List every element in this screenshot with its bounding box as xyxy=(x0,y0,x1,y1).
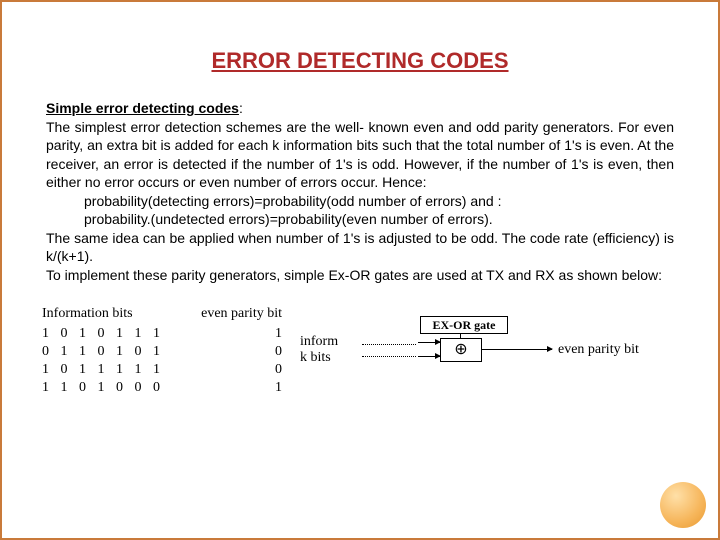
parity-bit: 1 xyxy=(275,380,282,396)
decorative-circle-icon xyxy=(660,482,706,528)
arrow-icon xyxy=(418,356,440,357)
xor-circuit: inform k bits EX-OR gate ⊕ even parity b… xyxy=(300,306,678,416)
table-row: 0 1 1 0 1 0 1 0 xyxy=(42,344,282,360)
arrow-icon xyxy=(482,349,552,350)
input-label: inform k bits xyxy=(300,334,338,366)
table-row: 1 0 1 0 1 1 1 1 xyxy=(42,326,282,342)
paragraph-2: The same idea can be applied when number… xyxy=(46,229,674,266)
content-block: Simple error detecting codes: The simple… xyxy=(46,100,674,284)
info-bits: 1 0 1 1 1 1 1 xyxy=(42,362,164,378)
subhead-colon: : xyxy=(239,100,243,116)
table-row: 1 0 1 1 1 1 1 0 xyxy=(42,362,282,378)
paragraph-3: To implement these parity generators, si… xyxy=(46,266,674,284)
parity-bit: 0 xyxy=(275,362,282,378)
probability-line-2: probability.(undetected errors)=probabil… xyxy=(46,210,674,228)
info-bits: 1 1 0 1 0 0 0 xyxy=(42,380,164,396)
section-subhead: Simple error detecting codes xyxy=(46,100,239,116)
parity-bit: 0 xyxy=(275,344,282,360)
table-head-info: Information bits xyxy=(42,306,133,322)
parity-table: Information bits even parity bit 1 0 1 0… xyxy=(42,306,292,398)
page-title: ERROR DETECTING CODES xyxy=(42,48,678,74)
parity-diagram: Information bits even parity bit 1 0 1 0… xyxy=(42,306,678,416)
probability-line-1: probability(detecting errors)=probabilit… xyxy=(46,192,674,210)
table-row: 1 1 0 1 0 0 0 1 xyxy=(42,380,282,396)
xor-symbol-box: ⊕ xyxy=(440,338,482,362)
paragraph-1: The simplest error detection schemes are… xyxy=(46,118,674,192)
exor-gate-box: EX-OR gate xyxy=(420,316,508,334)
output-label: even parity bit xyxy=(558,342,639,358)
info-bits: 0 1 1 0 1 0 1 xyxy=(42,344,164,360)
table-head-parity: even parity bit xyxy=(201,306,282,322)
info-bits: 1 0 1 0 1 1 1 xyxy=(42,326,164,342)
arrow-icon xyxy=(418,342,440,343)
parity-bit: 1 xyxy=(275,326,282,342)
